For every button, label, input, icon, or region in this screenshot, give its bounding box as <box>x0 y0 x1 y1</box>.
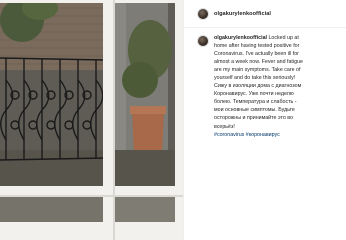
caption-avatar[interactable] <box>197 35 209 47</box>
caption-line: Locked up at <box>268 35 299 41</box>
avatar[interactable] <box>197 7 209 20</box>
username-link[interactable]: olgakurylenkoofficial <box>214 11 271 17</box>
caption-line: yourself and do take this seriously! <box>214 75 296 82</box>
post-sidebar: olgakurylenkoofficial olgakurylenkooffic… <box>183 0 346 240</box>
caption-line: are my main symptoms. Take care of <box>214 67 301 74</box>
caption-line: осторожны и принимайте это во <box>214 115 293 122</box>
hashtag-links[interactable]: #coronavirus #коронавирус <box>214 132 280 138</box>
caption-line: Сижу в изоляции дома с диагнозом <box>214 83 302 90</box>
caption-line: almost a week now. Fever and fatigue <box>214 59 303 66</box>
caption-line: всерьёз! <box>214 123 235 130</box>
post-photo <box>0 0 183 240</box>
caption-line: мои основные симптомы. Будьте <box>214 107 295 114</box>
caption-text: olgakurylenkoofficial Locked up at home … <box>214 34 344 139</box>
post-header: olgakurylenkoofficial <box>184 0 346 28</box>
caption-comment: olgakurylenkoofficial Locked up at home … <box>197 34 345 139</box>
caption-line: home after having tested positive for <box>214 43 300 50</box>
caption-username-link[interactable]: olgakurylenkoofficial <box>214 35 267 41</box>
caption-line: болею. Температура и слабость - <box>214 99 297 106</box>
caption-line: Коронавирус. Уже почти неделю <box>214 91 294 98</box>
caption-line: Coronavirus. I've actually been ill for <box>214 51 299 58</box>
